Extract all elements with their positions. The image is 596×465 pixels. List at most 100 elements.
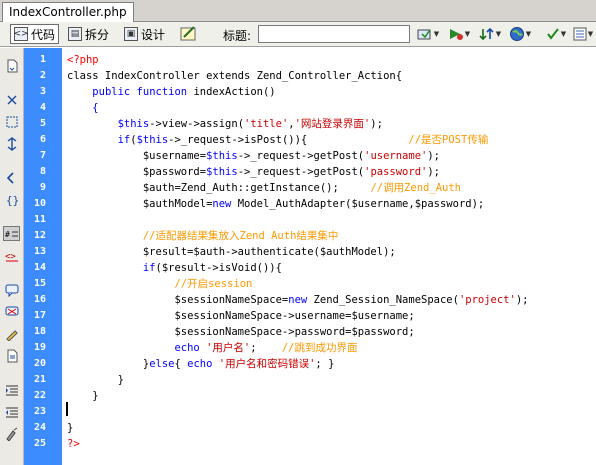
code-token-var: $this [206,166,238,178]
document-tab-label: IndexController.php [9,5,127,19]
code-token-def [67,342,174,354]
preview-in-browser-icon[interactable]: ▼ [447,26,471,42]
text-cursor [66,402,68,416]
code-view-icon: <> [13,27,29,41]
refresh-design-view-icon[interactable]: ▼ [478,26,502,42]
code-token-cmt: //调用Zend_Auth [370,182,461,194]
code-view-label: 代码 [31,27,56,42]
code-token-def: indexAction() [187,86,276,98]
code-line: $sessionNameSpace=new Zend_Session_NameS… [67,292,528,308]
line-number: 24 [33,422,46,433]
line-number: 25 [33,438,46,449]
code-token-def: $sessionNameSpace->password=$password; [67,326,415,338]
code-line: { [67,100,99,116]
code-token-def: ->_request->isPost()){ [168,134,409,146]
code-token-cmt: //是否POST传输 [408,134,489,146]
line-number: 3 [39,86,46,97]
file-management-icon[interactable]: ▼ [416,26,440,42]
line-number: 12 [33,230,46,241]
code-line: $result=$auth->authenticate($authModel); [67,244,396,260]
code-token-def: ->_request->getPost( [237,166,365,178]
code-token-tag: <?php [67,54,99,66]
code-line: } [67,372,124,388]
line-number: 23 [33,406,46,417]
design-view-icon: ▣ [124,27,138,41]
code-line: ?> [67,436,80,452]
code-view-button[interactable]: <> 代码 [10,24,60,44]
page-title-input[interactable] [258,25,410,43]
design-view-label: 设计 [141,27,166,42]
code-token-def: Model_AuthAdapter($username,$password); [231,198,485,210]
code-token-def: { [174,358,188,370]
code-line: }else{ echo '用户名和密码错误'; } [67,356,335,372]
code-line: $username=$this->_request->getPost('user… [67,148,440,164]
line-number: 17 [33,310,46,321]
code-token-def: $authModel= [67,198,213,210]
code-token-str: '网站登录界面' [294,118,371,130]
code-token-def: } [67,390,99,402]
code-token-kw: new [288,294,308,306]
code-line: echo '用户名'; //跳到成功界面 [67,340,357,356]
code-token-def: ->view->assign( [149,118,245,130]
title-label: 标题: [223,29,252,43]
code-token-tag: ?> [67,438,80,450]
code-token-def: } [67,358,150,370]
code-line: if($result->isVoid()){ [67,260,282,276]
code-line: class IndexController extends Zend_Contr… [67,68,402,84]
code-token-def [67,102,92,114]
view-options-globe-icon[interactable]: ▼ [508,26,532,42]
live-view-icon[interactable] [178,26,200,42]
line-number: 19 [33,342,46,353]
code-line: if($this->_request->isPost()){ //是否POST传… [67,132,489,148]
line-number: 4 [39,102,46,113]
code-line: public function indexAction() [67,84,276,100]
code-line: //适配器结果集放入Zend Auth结果集中 [67,228,339,244]
code-line: <?php [67,52,99,68]
code-line: } [67,388,99,404]
visual-aids-icon[interactable]: ▼ [572,26,594,42]
line-number: 14 [33,262,46,273]
code-token-cmt: //开启session [174,278,253,290]
code-token-def [67,86,92,98]
check-page-icon[interactable]: ▼ [545,26,567,42]
line-number: 11 [33,214,46,225]
code-line: } [67,420,73,436]
code-token-var: $this [117,118,150,130]
code-token-kw: if [142,262,156,274]
code-token-var: $this [136,134,169,146]
code-token-str: '用户名' [206,342,251,354]
design-view-button[interactable]: ▣ 设计 [120,24,169,44]
code-line: $sessionNameSpace->username=$username; [67,308,415,324]
code-line: $sessionNameSpace->password=$password; [67,324,415,340]
line-number: 21 [33,374,46,385]
split-view-label: 拆分 [85,27,110,42]
line-number: 2 [39,70,46,81]
code-token-def: $auth=Zend_Auth::getInstance(); [67,182,371,194]
code-token-var: $this [206,150,238,162]
code-token-def: } [67,422,74,434]
code-editor[interactable]: <?php class IndexController extends Zend_… [62,48,596,465]
code-token-kw: { [92,102,99,114]
code-token-def [67,118,118,130]
code-line: $this->view->assign('title','网站登录界面'); [67,116,383,132]
line-number: 22 [33,390,46,401]
code-token-def: $sessionNameSpace->username=$username; [67,310,415,322]
line-number: 5 [39,118,46,129]
split-view-button[interactable]: ▤ 拆分 [64,24,113,44]
line-number: 9 [39,182,46,193]
code-line: $auth=Zend_Auth::getInstance(); //调用Zend… [67,180,461,196]
code-token-def: $result=$auth->authenticate($authModel); [67,246,396,258]
line-number: 10 [33,198,46,209]
code-token-def: $password= [67,166,207,178]
code-token-def: ($result->isVoid()){ [155,262,282,274]
code-token-def: ; [250,342,282,354]
code-token-kw: if [117,134,131,146]
code-token-def [67,262,143,274]
code-token-kw: else [149,358,175,370]
line-number: 6 [39,134,46,145]
code-token-def [67,278,174,290]
document-tab[interactable]: IndexController.php [2,2,134,22]
document-tab-bar: IndexController.php [0,0,596,22]
code-token-str: '用户名和密码错误' [218,358,316,370]
code-token-def: Zend_Session_NameSpace( [307,294,459,306]
